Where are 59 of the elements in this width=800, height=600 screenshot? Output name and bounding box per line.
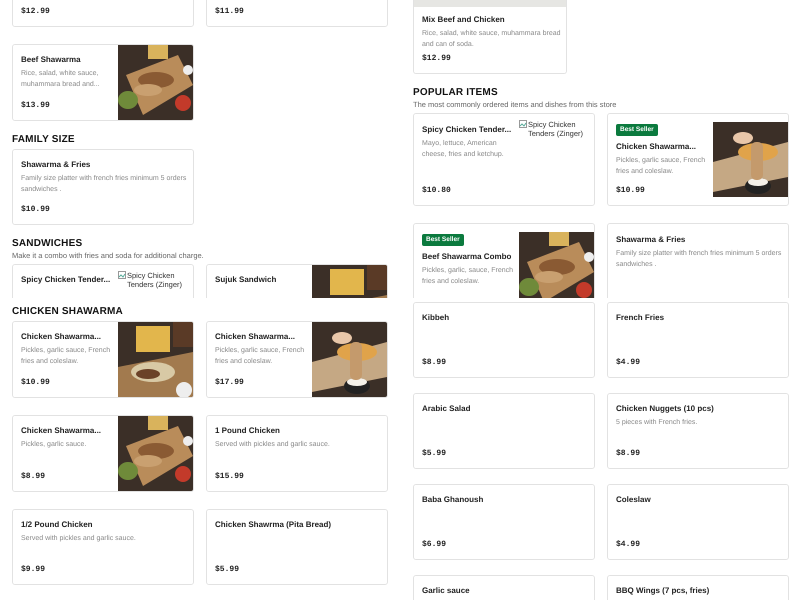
item-price: $5.99 — [422, 448, 448, 460]
menu-item-card[interactable]: Arabic Salad $5.99 — [413, 393, 595, 469]
item-name: Arabic Salad — [422, 403, 472, 414]
item-name: Spicy Chicken Tender... — [422, 124, 512, 135]
menu-item-card[interactable]: BBQ Wings (7 pcs, fries) — [607, 575, 789, 600]
item-name: 1/2 Pound Chicken — [21, 519, 94, 530]
menu-item-card[interactable]: Kibbeh $8.99 — [413, 302, 595, 378]
item-price: $8.99 — [422, 357, 448, 369]
item-price: $4.99 — [616, 357, 642, 369]
item-price: $11.99 — [215, 6, 245, 18]
section-heading: POPULAR ITEMS — [413, 87, 499, 99]
item-price: $4.99 — [616, 539, 642, 551]
item-name: 1 Pound Chicken — [215, 425, 281, 436]
menu-item-card[interactable]: Coleslaw $4.99 — [607, 484, 789, 560]
section-heading: SANDWICHES — [12, 238, 84, 250]
item-name: Kibbeh — [422, 312, 450, 323]
menu-item-card[interactable]: $12.99 — [12, 0, 194, 27]
item-name: BBQ Wings (7 pcs, fries) — [616, 585, 710, 596]
broken-image-icon — [519, 120, 527, 128]
section-heading: CHICKEN SHAWARMA — [12, 306, 124, 318]
item-price: $6.99 — [422, 539, 448, 551]
item-price: $12.99 — [422, 53, 452, 65]
item-name: Spicy Chicken Tender... — [21, 274, 112, 285]
section-heading: FAMILY SIZE — [12, 134, 76, 146]
item-name: Sujuk Sandwich — [215, 274, 278, 285]
item-price: $10.80 — [422, 185, 452, 197]
item-name: Coleslaw — [616, 494, 652, 505]
item-name: Chicken Nuggets (10 pcs) — [616, 403, 715, 414]
broken-image-icon — [118, 271, 126, 279]
item-name: Baba Ghanoush — [422, 494, 484, 505]
item-price: $10.99 — [21, 377, 51, 389]
item-name: Shawarma & Fries — [616, 234, 686, 245]
item-name: Chicken Shawarma... — [21, 425, 102, 436]
item-price: $10.99 — [21, 204, 51, 216]
menu-item-card[interactable]: $11.99 — [206, 0, 388, 27]
item-name: Chicken Shawarma... — [21, 331, 102, 342]
item-price: $10.99 — [616, 185, 646, 197]
item-price: $9.99 — [21, 564, 46, 576]
menu-item-card[interactable]: Sujuk Sandwich — [206, 264, 388, 298]
item-price: $8.99 — [21, 471, 46, 483]
menu-item-card[interactable]: French Fries $4.99 — [607, 302, 789, 378]
item-name: Chicken Shawarma... — [215, 331, 296, 342]
item-name: Chicken Shawrma (Pita Bread) — [215, 519, 332, 530]
item-name: Garlic sauce — [422, 585, 471, 596]
item-price: $13.99 — [21, 100, 51, 112]
item-price: $8.99 — [616, 448, 642, 460]
item-price: $12.99 — [21, 6, 51, 18]
item-name: Mix Beef and Chicken — [422, 14, 506, 25]
item-name: Chicken Shawarma... — [616, 141, 698, 152]
item-name: Beef Shawarma — [21, 54, 82, 65]
menu-item-card[interactable]: Chicken Shawrma (Pita Bread) $5.99 — [206, 509, 388, 585]
menu-item-card[interactable]: Garlic sauce — [413, 575, 595, 600]
menu-item-card[interactable]: Baba Ghanoush $6.99 — [413, 484, 595, 560]
item-price: $15.99 — [215, 471, 245, 483]
item-name: Beef Shawarma Combo — [422, 251, 512, 262]
item-name: Shawarma & Fries — [21, 159, 92, 170]
item-name: French Fries — [616, 312, 666, 323]
item-price: $17.99 — [215, 377, 245, 389]
item-price: $5.99 — [215, 564, 240, 576]
